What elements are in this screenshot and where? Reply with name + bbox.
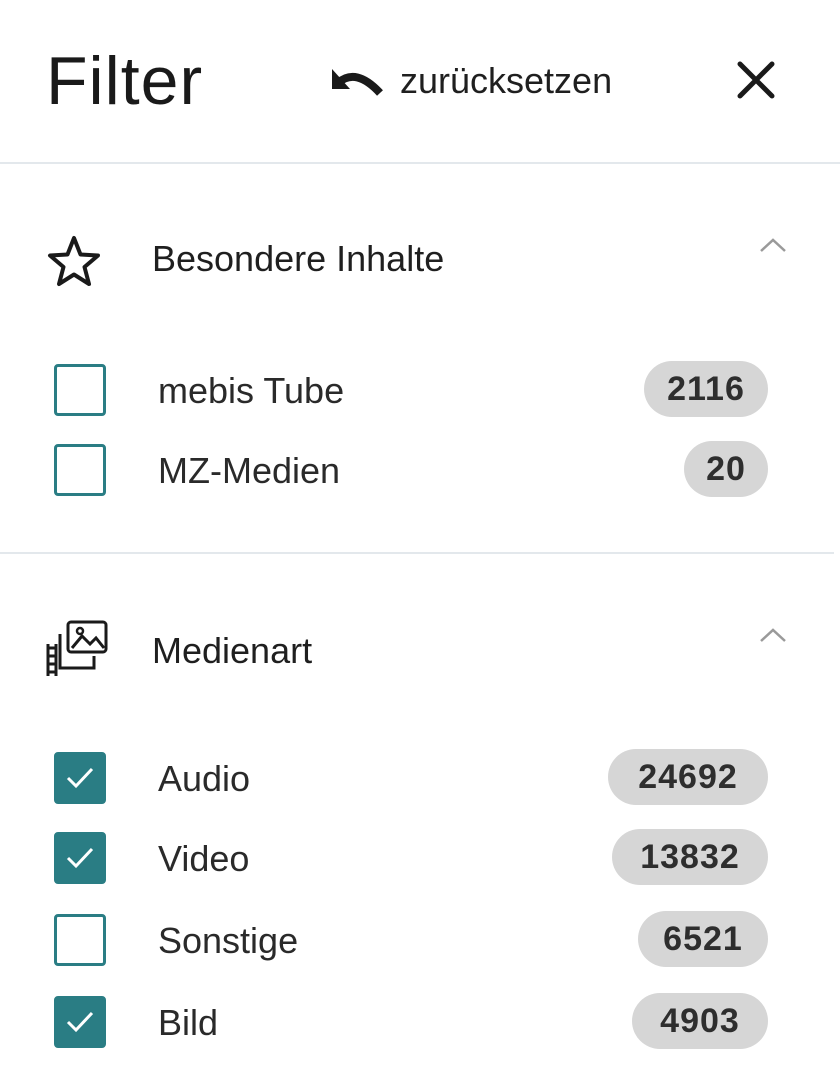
list-item-video[interactable]: Video 13832 [0,824,840,894]
item-label: Video [158,838,250,879]
section-title: Besondere Inhalte [152,238,445,279]
chevron-up-icon[interactable] [756,624,790,646]
page-title: Filter [46,43,204,119]
close-button[interactable] [728,52,784,108]
checkbox-checked[interactable] [54,832,106,884]
checkbox[interactable] [54,914,106,966]
chevron-up-icon[interactable] [756,234,790,256]
count-badge: 4903 [632,993,768,1049]
count-badge: 20 [684,441,768,497]
checkbox[interactable] [54,444,106,496]
list-item-bild[interactable]: Bild 4903 [0,988,840,1058]
item-label: Sonstige [158,920,299,961]
close-icon [737,61,775,99]
list-item-mz-medien[interactable]: MZ-Medien 20 [0,436,840,506]
reset-label: zurücksetzen [400,60,613,101]
checkmark-icon [66,1011,94,1033]
item-label: MZ-Medien [158,450,341,491]
count-badge: 2116 [644,361,768,417]
star-icon [48,236,100,286]
section-header-medienart[interactable]: Medienart [0,604,840,694]
checkbox-checked[interactable] [54,752,106,804]
filter-panel: Filter zurücksetzen Besondere Inhalte me… [0,0,840,1068]
media-type-icon [46,620,108,676]
checkmark-icon [66,767,94,789]
filter-header: Filter zurücksetzen [0,0,840,165]
list-item-mebis-tube[interactable]: mebis Tube 2116 [0,356,840,426]
item-label: Audio [158,758,251,799]
checkbox[interactable] [54,364,106,416]
count-badge: 6521 [638,911,768,967]
count-badge: 13832 [612,829,768,885]
section-title: Medienart [152,630,313,671]
section-divider [0,552,834,554]
checkbox-checked[interactable] [54,996,106,1048]
item-label: Bild [158,1002,219,1043]
item-label: mebis Tube [158,370,345,411]
reset-button[interactable]: zurücksetzen [326,56,612,106]
list-item-sonstige[interactable]: Sonstige 6521 [0,906,840,976]
list-item-audio[interactable]: Audio 24692 [0,744,840,814]
section-header-besondere-inhalte[interactable]: Besondere Inhalte [0,212,840,302]
undo-icon [332,69,383,96]
header-divider [0,162,840,164]
count-badge: 24692 [608,749,768,805]
checkmark-icon [66,847,94,869]
